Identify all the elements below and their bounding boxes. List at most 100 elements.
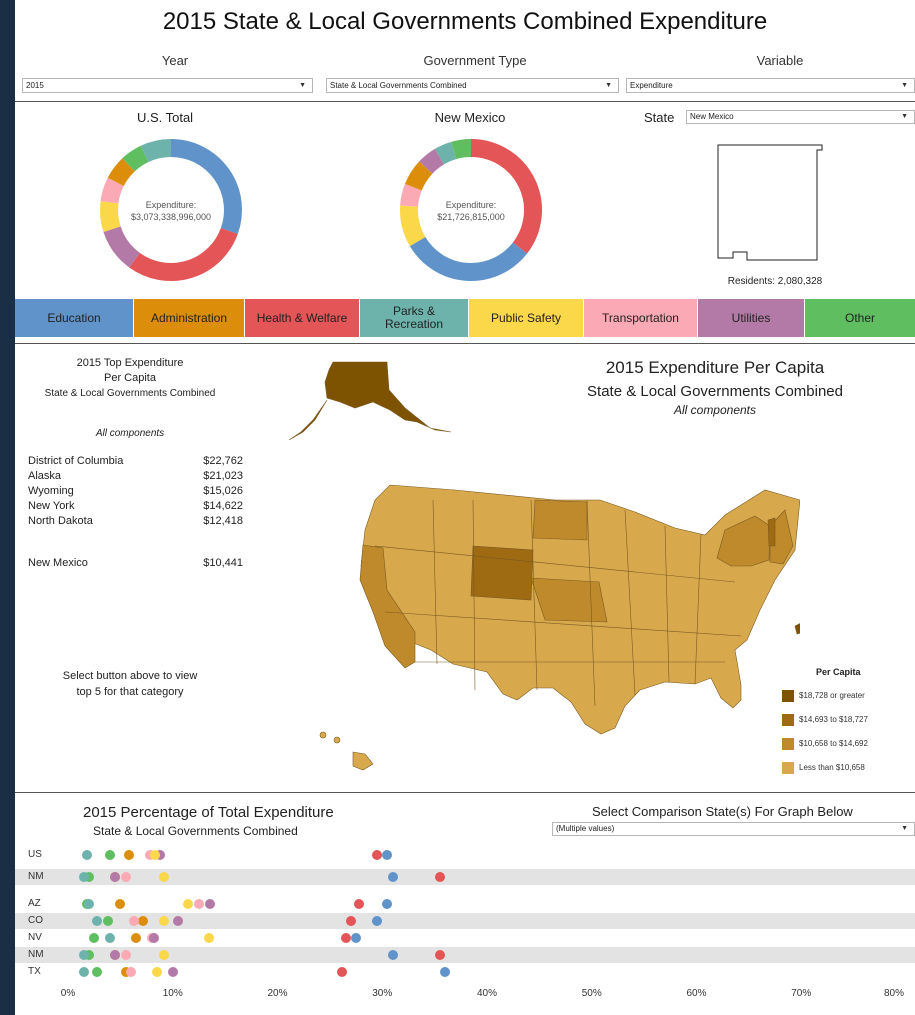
donut-slice[interactable] xyxy=(400,183,422,208)
chart-point[interactable] xyxy=(110,872,121,882)
chart-point[interactable] xyxy=(83,899,94,909)
chart-point[interactable] xyxy=(382,899,393,909)
donut-slice[interactable] xyxy=(434,141,457,165)
chart-point[interactable] xyxy=(78,872,89,882)
chart-point[interactable] xyxy=(123,850,134,860)
chart-point[interactable] xyxy=(78,950,89,960)
category-button[interactable]: Other xyxy=(805,299,915,337)
chart-point[interactable] xyxy=(149,850,160,860)
chart-point[interactable] xyxy=(372,850,382,860)
map-state-north-dakota xyxy=(532,499,588,541)
donut-slice[interactable] xyxy=(140,139,172,163)
chart-point[interactable] xyxy=(167,967,178,977)
chart-point[interactable] xyxy=(193,899,204,909)
selected-state-row[interactable]: New Mexico $10,441 xyxy=(28,557,243,569)
chart-point[interactable] xyxy=(354,899,365,909)
top-list-row[interactable]: Wyoming $15,026 xyxy=(28,485,243,497)
chart-point[interactable] xyxy=(204,933,215,943)
chart-point[interactable] xyxy=(440,967,451,977)
chart-point[interactable] xyxy=(159,872,170,882)
top-list-row[interactable]: Alaska $21,023 xyxy=(28,470,243,482)
donut-slice[interactable] xyxy=(419,148,445,174)
top-list-row[interactable]: District of Columbia $22,762 xyxy=(28,455,243,467)
chart-point[interactable] xyxy=(434,872,445,882)
legend-swatch[interactable] xyxy=(782,738,794,750)
donut-slice[interactable] xyxy=(122,145,149,172)
chart-point[interactable] xyxy=(81,850,92,860)
legend-swatch[interactable] xyxy=(782,714,794,726)
state-dropdown-value: New Mexico xyxy=(690,112,734,121)
chart-point[interactable] xyxy=(78,967,89,977)
chart-point[interactable] xyxy=(104,933,115,943)
chart-point[interactable] xyxy=(128,916,139,926)
chart-point[interactable] xyxy=(92,967,103,977)
chart-point[interactable] xyxy=(89,933,100,943)
donut-slice[interactable] xyxy=(409,236,528,281)
state-expenditure-label: Expenditure: xyxy=(445,200,497,210)
category-button[interactable]: Public Safety xyxy=(469,299,583,337)
donut-slice[interactable] xyxy=(107,158,135,187)
chart-point[interactable] xyxy=(159,916,170,926)
map-state-alaska xyxy=(324,361,452,433)
chart-point[interactable] xyxy=(115,899,126,909)
chart-point[interactable] xyxy=(92,916,103,926)
page-title: 2015 State & Local Governments Combined … xyxy=(162,8,768,35)
state-expenditure-value: $21,726,815,000 xyxy=(437,212,505,222)
category-button[interactable]: Health & Welfare xyxy=(245,299,359,337)
chart-point[interactable] xyxy=(337,967,348,977)
variable-dropdown[interactable]: Expenditure ▼ xyxy=(626,78,915,93)
chart-point[interactable] xyxy=(382,850,393,860)
chart-point[interactable] xyxy=(138,916,149,926)
chart-point[interactable] xyxy=(351,933,362,943)
state-dropdown[interactable]: New Mexico ▼ xyxy=(686,110,915,124)
chart-point[interactable] xyxy=(152,967,163,977)
category-button[interactable]: Education xyxy=(15,299,133,337)
donut-slice[interactable] xyxy=(129,227,238,281)
chart-point[interactable] xyxy=(172,916,183,926)
chart-point[interactable] xyxy=(372,916,382,926)
category-button[interactable]: Administration xyxy=(134,299,244,337)
chart-point[interactable] xyxy=(345,916,356,926)
chart-point[interactable] xyxy=(159,950,170,960)
chart-point[interactable] xyxy=(125,967,136,977)
category-button[interactable]: Parks & Recreation xyxy=(360,299,468,337)
donut-slice[interactable] xyxy=(470,139,542,254)
chart-point[interactable] xyxy=(104,850,115,860)
chevron-down-icon: ▼ xyxy=(901,82,908,89)
top-list-row[interactable]: New York $14,622 xyxy=(28,500,243,512)
legend-swatch[interactable] xyxy=(782,690,794,702)
chart-point[interactable] xyxy=(183,899,194,909)
chart-point[interactable] xyxy=(340,933,351,943)
gov-type-dropdown[interactable]: State & Local Governments Combined ▼ xyxy=(326,78,619,93)
category-button-label: Public Safety xyxy=(490,310,562,325)
chart-point[interactable] xyxy=(387,872,398,882)
comparison-subtitle: State & Local Governments Combined xyxy=(93,824,298,838)
comparison-state-dropdown[interactable]: (Multiple values) ▼ xyxy=(552,822,915,836)
donut-slice[interactable] xyxy=(103,225,141,268)
us-map[interactable] xyxy=(255,350,800,780)
chart-point[interactable] xyxy=(110,950,121,960)
category-button[interactable]: Utilities xyxy=(698,299,804,337)
chart-row: NV xyxy=(15,930,915,946)
chart-point[interactable] xyxy=(120,950,131,960)
donut-slice[interactable] xyxy=(100,201,121,232)
category-button-label: Transportation xyxy=(602,310,679,325)
chart-point[interactable] xyxy=(148,933,159,943)
x-tick-label: 0% xyxy=(60,988,76,999)
chart-point[interactable] xyxy=(102,916,113,926)
chart-point[interactable] xyxy=(387,950,398,960)
year-dropdown[interactable]: 2015 ▼ xyxy=(22,78,313,93)
chart-row: NM xyxy=(15,947,915,963)
chart-point[interactable] xyxy=(120,872,131,882)
chart-point[interactable] xyxy=(131,933,142,943)
donut-slice[interactable] xyxy=(451,139,472,160)
top-list-state-value: $15,026 xyxy=(203,485,243,497)
chart-point[interactable] xyxy=(434,950,445,960)
top-list-row[interactable]: North Dakota $12,418 xyxy=(28,515,243,527)
comparison-title: 2015 Percentage of Total Expenditure xyxy=(83,804,334,821)
chart-point[interactable] xyxy=(205,899,216,909)
donut-slice[interactable] xyxy=(404,161,433,191)
legend-swatch[interactable] xyxy=(782,762,794,774)
category-button[interactable]: Transportation xyxy=(584,299,697,337)
chart-row: US xyxy=(15,847,915,863)
